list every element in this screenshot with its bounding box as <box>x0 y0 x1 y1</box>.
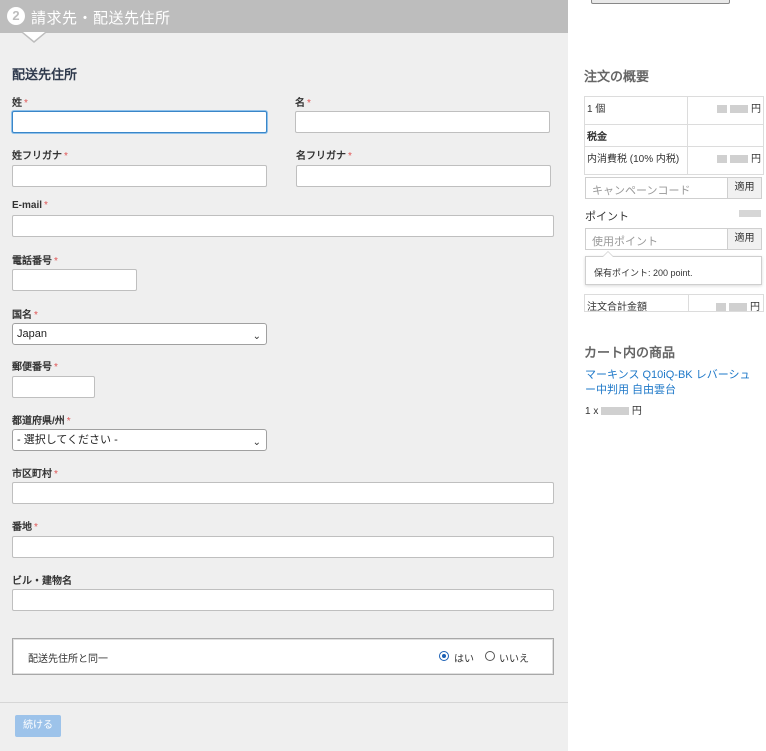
chevron-down-icon: ⌄ <box>252 437 261 448</box>
section-title: 配送先住所 <box>12 67 78 82</box>
subtotal-cell: 円 <box>687 96 764 125</box>
continue-button[interactable]: 続ける <box>15 715 61 737</box>
required-mark: * <box>54 469 58 480</box>
tax-amount-cell: 円 <box>687 146 764 175</box>
country-label: 国名 * <box>12 310 38 321</box>
required-mark: * <box>307 98 311 109</box>
redacted-amount <box>716 303 726 312</box>
total-row: 注文合計金額 円 <box>584 294 764 313</box>
points-held-text: 保有ポイント: 200 point. <box>594 268 693 278</box>
email-field[interactable] <box>12 215 554 237</box>
required-mark: * <box>44 200 48 211</box>
campaign-apply-button[interactable]: 適用 <box>727 177 762 199</box>
city-label: 市区町村 * <box>12 469 58 480</box>
prefecture-select[interactable]: - 選択してください - ⌄ <box>12 429 267 451</box>
total-amount: 円 <box>716 298 760 313</box>
summary-table: 1 個 円 税金 内消費税 (10% 内税) 円 <box>584 96 764 175</box>
city-input[interactable] <box>12 482 554 504</box>
no-radio-label[interactable]: いいえ <box>499 650 529 665</box>
step-title: 請求先・配送先住所 <box>31 10 171 27</box>
required-mark: * <box>34 310 38 321</box>
top-button[interactable] <box>591 0 730 4</box>
chevron-down-icon: ⌄ <box>252 331 261 342</box>
total-label: 注文合計金額 <box>587 302 647 313</box>
yes-radio[interactable] <box>439 651 449 661</box>
last-kana-input[interactable] <box>12 165 267 187</box>
cart-title: カート内の商品 <box>584 345 676 360</box>
same-address-box: 配送先住所と同一 はい いいえ <box>12 638 554 675</box>
country-value: Japan <box>17 328 47 340</box>
building-input[interactable] <box>12 589 554 611</box>
no-radio[interactable] <box>485 651 495 661</box>
address-input[interactable] <box>12 536 554 558</box>
required-mark: * <box>66 416 71 427</box>
campaign-code-placeholder: キャンペーンコード <box>592 185 691 197</box>
redacted-amount <box>717 105 727 114</box>
address-form-panel: 2 請求先・配送先住所 配送先住所 姓 * 名 * 姓フリガナ * 名フリガナ * E-… <box>0 0 568 751</box>
first-name-label: 名 * <box>295 98 311 109</box>
redacted-amount <box>729 303 747 312</box>
tax-header-cell: 税金 <box>584 124 688 147</box>
table-row: 内消費税 (10% 内税) 円 <box>584 146 764 175</box>
last-kana-label: 姓フリガナ * <box>12 151 68 162</box>
points-input[interactable]: 使用ポイント 適用 <box>585 228 762 250</box>
redacted-points <box>739 210 761 217</box>
step-number-badge: 2 <box>7 7 25 25</box>
phone-label: 電話番号 * <box>12 256 58 267</box>
required-mark: * <box>54 362 58 373</box>
postal-input[interactable] <box>12 376 95 398</box>
empty-cell <box>687 124 764 147</box>
divider <box>0 702 568 703</box>
points-placeholder: 使用ポイント <box>592 236 658 248</box>
table-row: 1 個 円 <box>584 96 764 125</box>
postal-label: 郵便番号 * <box>12 362 58 373</box>
last-name-label: 姓 * <box>12 98 28 109</box>
required-mark: * <box>34 522 38 533</box>
cart-item-qty: 1 x 円 <box>585 406 642 417</box>
redacted-amount <box>601 407 630 416</box>
redacted-amount <box>730 155 748 164</box>
prefecture-value: - 選択してください - <box>17 434 118 446</box>
required-mark: * <box>54 256 58 267</box>
building-label: ビル・建物名 <box>12 576 72 587</box>
step-arrow-inner <box>23 32 45 41</box>
step-header: 2 請求先・配送先住所 <box>0 0 568 33</box>
qty-cell: 1 個 <box>584 96 688 125</box>
phone-input[interactable] <box>12 269 137 291</box>
email-label: E-mail * <box>12 200 48 211</box>
points-apply-button[interactable]: 適用 <box>727 228 762 250</box>
first-kana-label: 名フリガナ * <box>296 151 352 162</box>
same-address-label: 配送先住所と同一 <box>28 654 108 665</box>
redacted-amount <box>717 155 727 164</box>
prefecture-label: 都道府県/州 * <box>12 416 71 427</box>
points-tooltip: 保有ポイント: 200 point. <box>585 251 762 285</box>
address-label: 番地 * <box>12 522 38 533</box>
first-kana-input[interactable] <box>296 165 551 187</box>
yes-radio-label[interactable]: はい <box>454 650 474 665</box>
cart-item-link[interactable]: マーキンス Q10iQ-BK レバーシュー中判用 自由雲台 <box>585 368 755 398</box>
campaign-code-field[interactable]: キャンペーンコード 適用 <box>585 177 762 199</box>
redacted-amount <box>730 105 748 114</box>
tax-label-cell: 内消費税 (10% 内税) <box>584 146 688 175</box>
points-label: ポイント <box>585 211 629 223</box>
summary-title: 注文の概要 <box>584 69 650 84</box>
required-mark: * <box>348 151 352 162</box>
first-name-input[interactable] <box>295 111 550 133</box>
table-row: 税金 <box>584 124 764 147</box>
last-name-input[interactable] <box>12 111 267 133</box>
required-mark: * <box>64 151 68 162</box>
required-mark: * <box>24 98 28 109</box>
country-select[interactable]: Japan ⌄ <box>12 323 267 345</box>
